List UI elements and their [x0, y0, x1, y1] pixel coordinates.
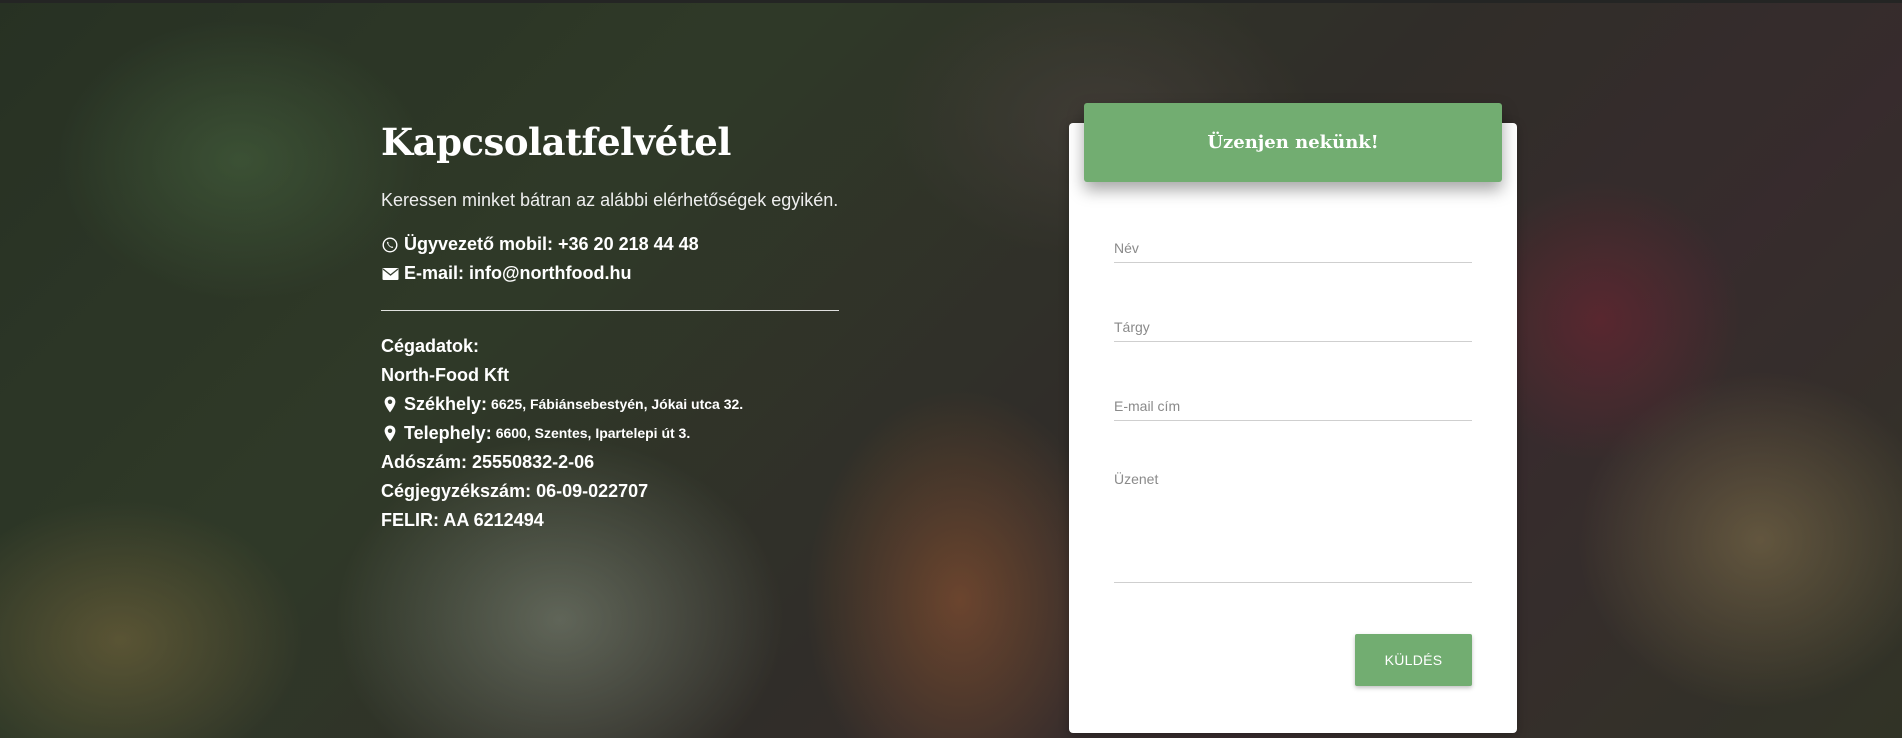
- email-row: E-mail: info@northfood.hu: [381, 259, 841, 288]
- tax-id: Adószám: 25550832-2-06: [381, 452, 595, 472]
- email-text[interactable]: E-mail: info@northfood.hu: [404, 259, 632, 288]
- mobile-text[interactable]: Ügyvezető mobil: +36 20 218 44 48: [404, 230, 699, 259]
- map-marker-icon: [381, 425, 399, 443]
- company-details: Cégadatok: North-Food Kft Székhely: 6625…: [381, 332, 841, 535]
- envelope-icon: [381, 265, 399, 283]
- background-overlay: [0, 0, 1902, 738]
- contact-list: Ügyvezető mobil: +36 20 218 44 48 E-mail…: [381, 230, 841, 288]
- subject-field[interactable]: [1114, 313, 1472, 342]
- divider: [381, 310, 839, 311]
- hq-address: 6625, Fábiánsebestyén, Jókai utca 32.: [491, 396, 744, 412]
- site-row: Telephely: 6600, Szentes, Ipartelepi út …: [381, 419, 841, 448]
- viber-phone-icon: [381, 236, 399, 254]
- hq-label: Székhely:: [404, 394, 488, 414]
- company-name: North-Food Kft: [381, 365, 509, 385]
- page-title: Kapcsolatfelvétel: [381, 120, 731, 164]
- contact-section: Kapcsolatfelvétel Keressen minket bátran…: [0, 0, 1902, 738]
- map-marker-icon: [381, 396, 399, 414]
- company-heading: Cégadatok:: [381, 336, 480, 356]
- registration-number: Cégjegyzékszám: 06-09-022707: [381, 481, 649, 501]
- contact-info: Kapcsolatfelvétel Keressen minket bátran…: [381, 118, 841, 535]
- site-label: Telephely:: [404, 423, 492, 443]
- lead-text: Keressen minket bátran az alábbi elérhet…: [381, 190, 839, 210]
- hq-row: Székhely: 6625, Fábiánsebestyén, Jókai u…: [381, 390, 841, 419]
- form-header: Üzenjen nekünk!: [1084, 103, 1502, 182]
- felir-number: FELIR: AA 6212494: [381, 510, 544, 530]
- email-field[interactable]: [1114, 392, 1472, 421]
- name-field[interactable]: [1114, 234, 1472, 263]
- submit-button[interactable]: KÜLDÉS: [1355, 634, 1472, 686]
- mobile-row: Ügyvezető mobil: +36 20 218 44 48: [381, 230, 841, 259]
- site-address: 6600, Szentes, Ipartelepi út 3.: [495, 425, 691, 441]
- message-field[interactable]: [1114, 466, 1472, 583]
